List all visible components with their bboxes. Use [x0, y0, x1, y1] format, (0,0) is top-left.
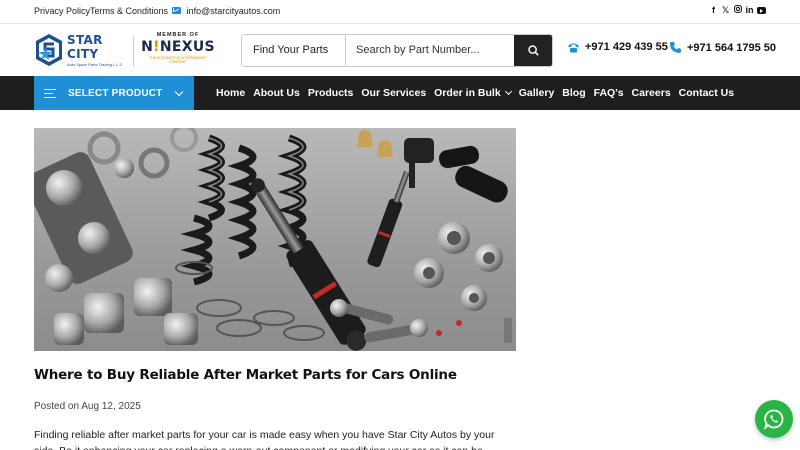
- nav-item-home[interactable]: Home: [216, 87, 245, 99]
- main-nav: SELECT PRODUCT Home About Us Products Ou…: [0, 76, 800, 110]
- star-city-logo[interactable]: STAR CITY Auto Spare Parts Trading L.L.C: [34, 32, 130, 68]
- search-input[interactable]: Search by Part Number...: [346, 35, 514, 66]
- logo-name: STAR CITY: [67, 33, 103, 61]
- youtube-icon[interactable]: [757, 7, 766, 14]
- menu-icon: [44, 88, 56, 98]
- landline-contact[interactable]: +971 429 439 55: [567, 41, 668, 53]
- email-text: info@starcityautos.com: [186, 6, 281, 16]
- whatsapp-button[interactable]: [755, 400, 793, 438]
- mobile-contact[interactable]: +971 564 1795 50: [669, 41, 776, 54]
- mail-icon: [172, 7, 182, 14]
- telephone-icon: [568, 43, 579, 52]
- search-category-dropdown[interactable]: Find Your Parts: [242, 35, 346, 66]
- phone-icon: [670, 42, 681, 53]
- nav-item-blog[interactable]: Blog: [562, 87, 585, 99]
- search-icon: [527, 45, 539, 56]
- instagram-icon[interactable]: [733, 5, 742, 16]
- article-date: Posted on Aug 12, 2025: [34, 401, 141, 412]
- linkedin-icon[interactable]: in: [745, 5, 754, 16]
- star-city-emblem: [34, 33, 64, 67]
- email-link[interactable]: info@starcityautos.com: [172, 6, 280, 16]
- top-bar: Privacy Policy Terms & Conditions info@s…: [0, 0, 800, 24]
- x-icon[interactable]: 𝕏: [721, 5, 730, 16]
- article-excerpt: Finding reliable after market parts for …: [34, 429, 495, 450]
- part-search: Find Your Parts Search by Part Number...: [241, 34, 553, 67]
- nexus-tagline: THE AUTOMOTIVE AFTERMARKET COMPANY: [149, 56, 207, 64]
- facebook-icon[interactable]: f: [709, 5, 718, 16]
- top-links: Privacy Policy Terms & Conditions info@s…: [34, 6, 280, 16]
- nav-item-faqs[interactable]: FAQ's: [594, 87, 624, 99]
- nav-item-order-in-bulk[interactable]: Order in Bulk: [434, 87, 512, 99]
- search-button[interactable]: [514, 35, 552, 66]
- social-links: f 𝕏 in: [709, 5, 766, 16]
- chevron-down-icon: [174, 87, 184, 97]
- select-product-label: SELECT PRODUCT: [68, 87, 163, 99]
- terms-link[interactable]: Terms & Conditions: [90, 6, 168, 16]
- nav-item-our-services[interactable]: Our Services: [361, 87, 426, 99]
- site-header: STAR CITY Auto Spare Parts Trading L.L.C…: [0, 24, 800, 76]
- nexus-logo: MEMBER OF N!NEXUS THE AUTOMOTIVE AFTERMA…: [141, 32, 215, 68]
- privacy-policy-link[interactable]: Privacy Policy: [34, 6, 90, 16]
- member-of-label: MEMBER OF: [156, 32, 200, 38]
- nav-menu: Home About Us Products Our Services Orde…: [216, 76, 742, 110]
- phone-number-1: +971 429 439 55: [585, 41, 668, 53]
- nav-item-contact-us[interactable]: Contact Us: [679, 87, 734, 99]
- nav-item-gallery[interactable]: Gallery: [519, 87, 555, 99]
- logo-subtitle: Auto Spare Parts Trading L.L.C: [67, 62, 123, 67]
- nav-item-products[interactable]: Products: [308, 87, 354, 99]
- article-hero-image: [34, 128, 516, 351]
- phone-number-2: +971 564 1795 50: [687, 41, 777, 54]
- article-title[interactable]: Where to Buy Reliable After Market Parts…: [34, 367, 457, 383]
- nav-item-careers[interactable]: Careers: [632, 87, 671, 99]
- logo-divider: [133, 36, 134, 66]
- nexus-name: N!NEXUS: [141, 39, 215, 55]
- select-product-dropdown[interactable]: SELECT PRODUCT: [34, 76, 194, 110]
- whatsapp-icon: [763, 409, 784, 430]
- nav-item-about-us[interactable]: About Us: [253, 87, 300, 99]
- chevron-down-icon: [504, 87, 512, 96]
